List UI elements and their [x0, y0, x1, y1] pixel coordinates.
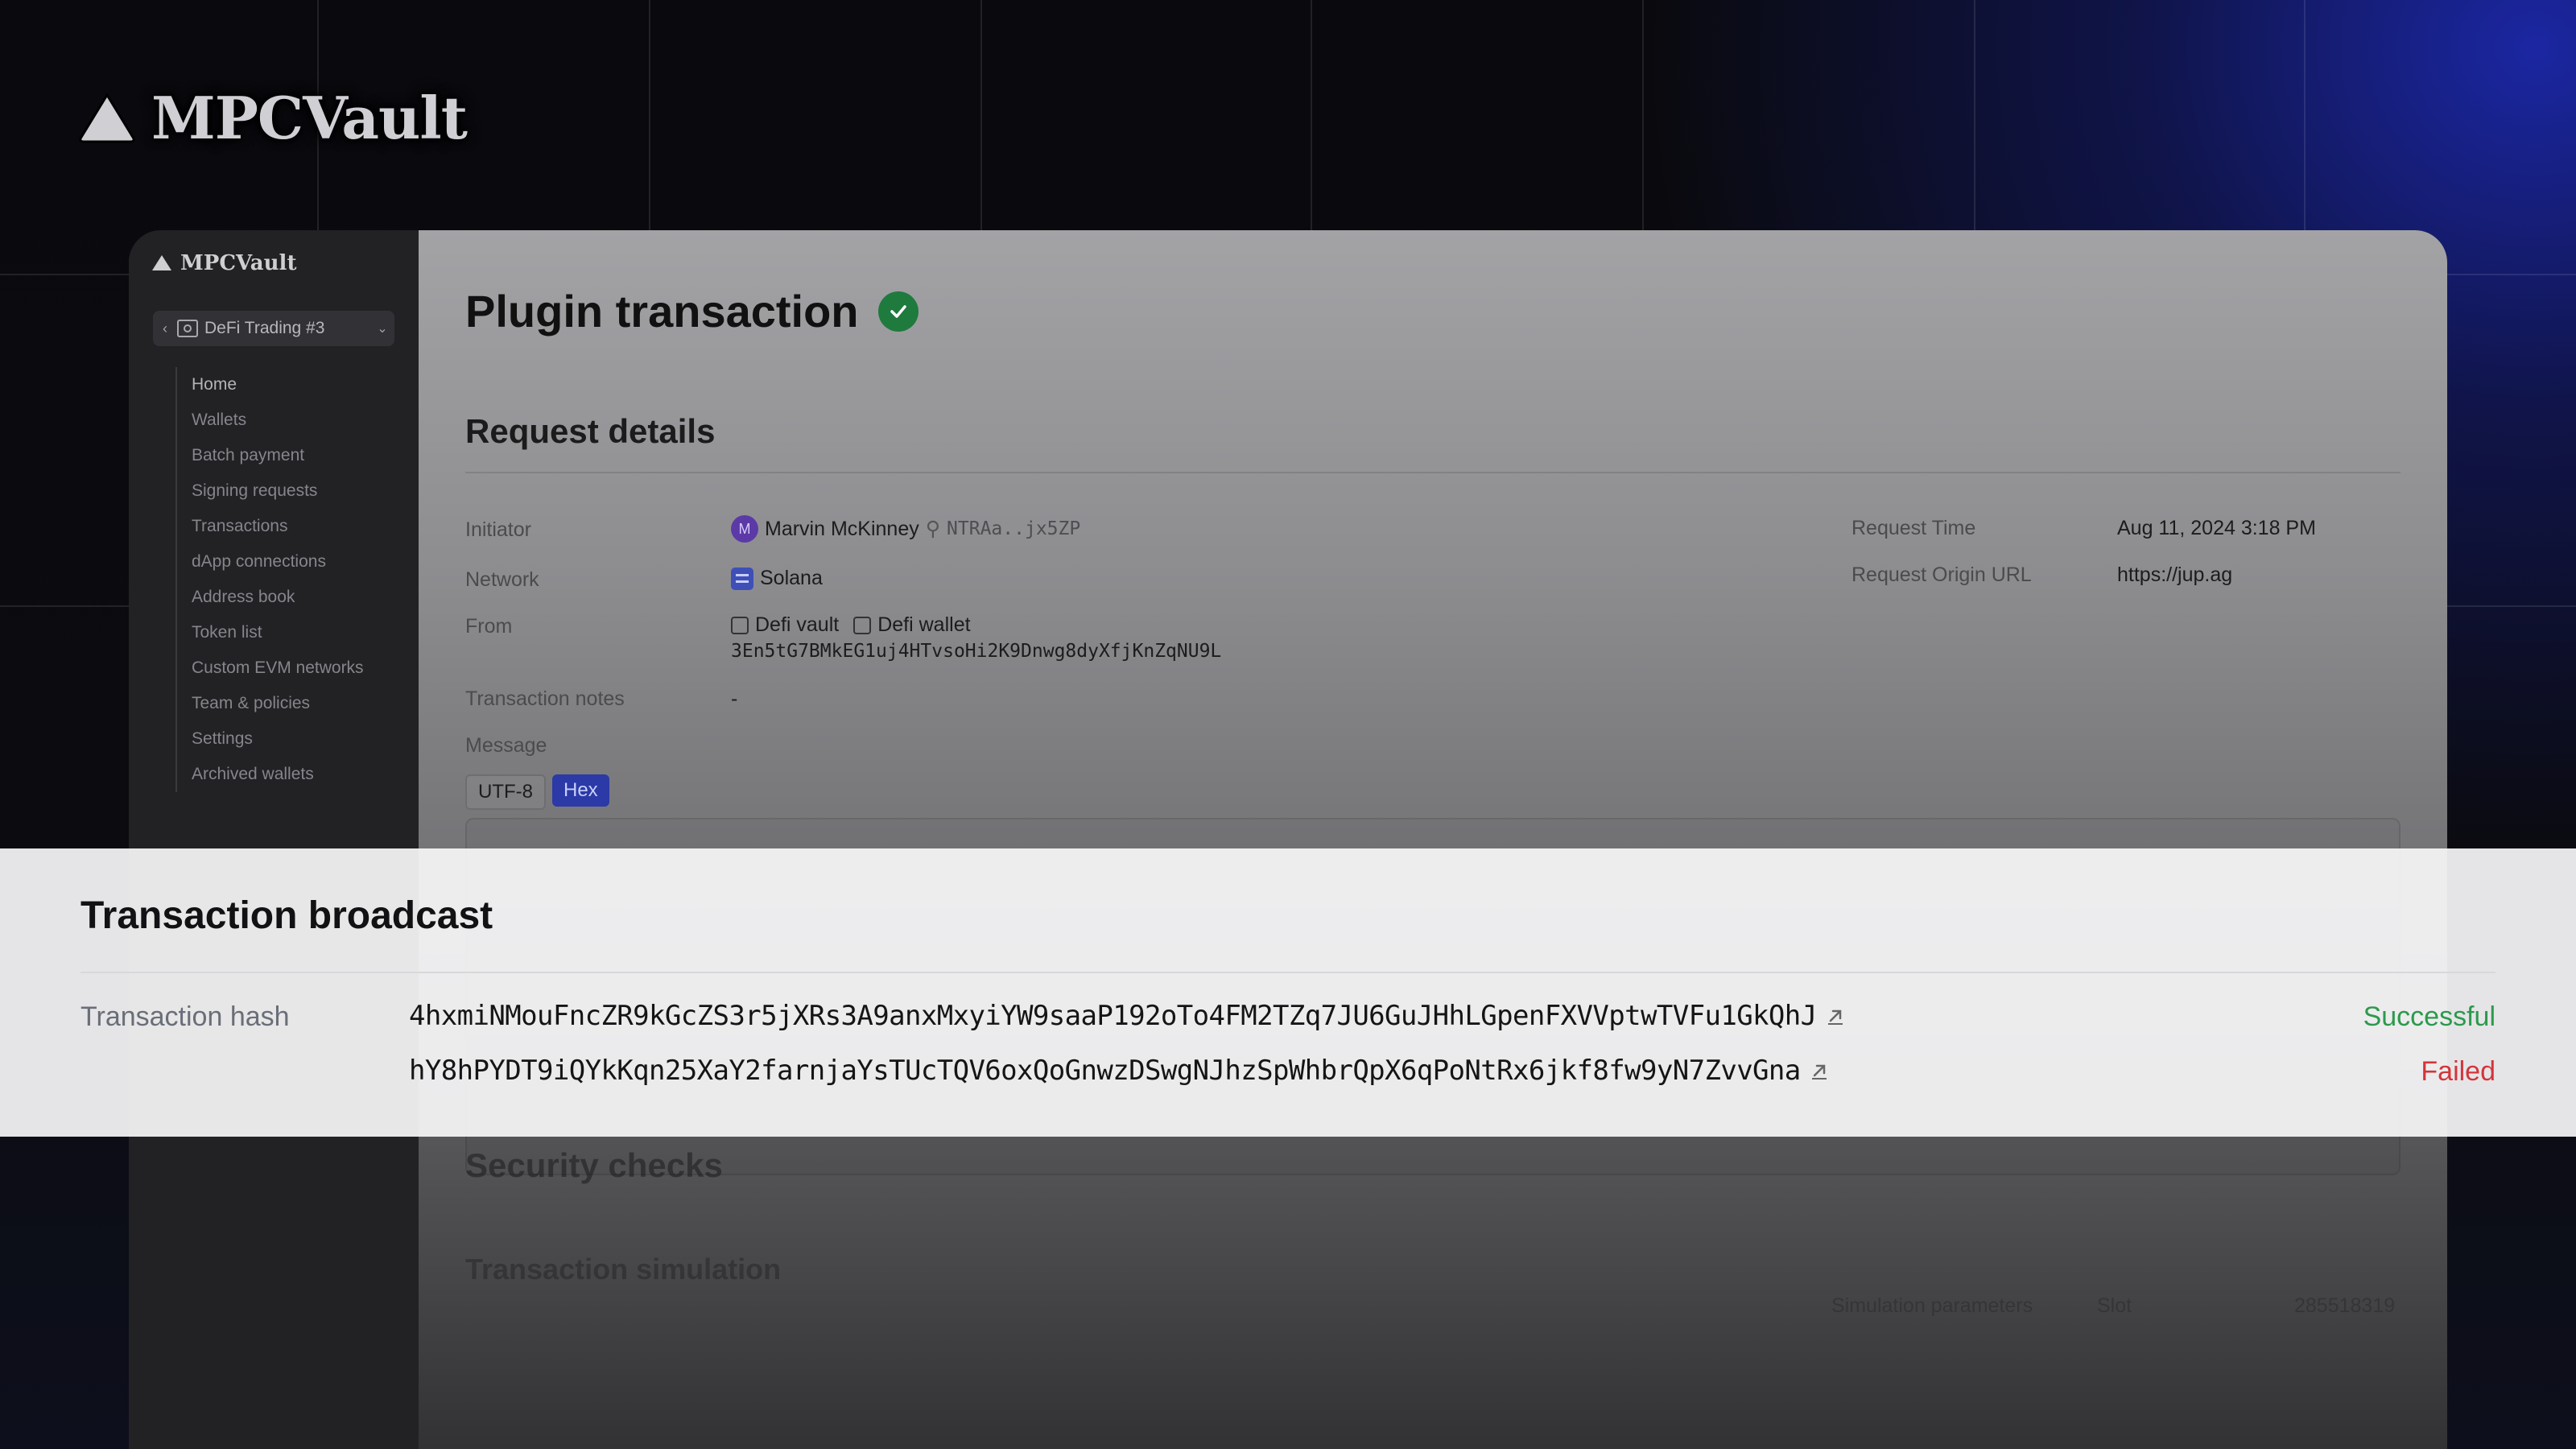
notes-value: -	[731, 687, 738, 710]
transaction-hash[interactable]: hY8hPYDT9iQYkKqn25XaY2farnjaYsTUcTQV6oxQ…	[409, 1055, 1801, 1087]
slot-label: Slot	[2097, 1294, 2132, 1317]
simulation-title: Transaction simulation	[465, 1253, 782, 1286]
app-window: MPCVault ‹ DeFi Trading #3 ⌄ Home Wallet…	[129, 230, 2447, 1449]
page-header: Plugin transaction	[465, 285, 919, 337]
network-name: Solana	[760, 567, 823, 589]
hash-row: 4hxmiNMouFncZR9kGcZS3r5jXRs3A9anxMxyiYW9…	[409, 1000, 1846, 1032]
external-link-icon[interactable]	[1825, 1005, 1846, 1026]
sidebar-item-batch-payment[interactable]: Batch payment	[192, 438, 364, 473]
sidebar-nav: Home Wallets Batch payment Signing reque…	[175, 367, 364, 792]
mountain-logo-icon	[152, 255, 171, 270]
from-label: From	[465, 615, 513, 638]
wallet-icon	[853, 616, 872, 634]
workspace-switcher[interactable]: ‹ DeFi Trading #3 ⌄	[153, 311, 394, 346]
request-time-label: Request Time	[1852, 517, 1976, 539]
initiator-value: M Marvin McKinney ⚲ NTRAa..jx5ZP	[731, 515, 1080, 543]
divider	[80, 972, 2496, 973]
key-icon: ⚲	[925, 518, 941, 540]
sim-params-label: Simulation parameters	[1831, 1294, 2033, 1317]
workspace-name: DeFi Trading #3	[204, 319, 325, 337]
hash-row: hY8hPYDT9iQYkKqn25XaY2farnjaYsTUcTQV6oxQ…	[409, 1055, 1830, 1087]
encoding-utf8-button[interactable]: UTF-8	[465, 774, 546, 810]
sidebar-item-archived-wallets[interactable]: Archived wallets	[192, 757, 364, 792]
network-value: Solana	[731, 567, 823, 590]
vault-icon	[177, 320, 198, 337]
sidebar-item-team-policies[interactable]: Team & policies	[192, 686, 364, 721]
notes-label: Transaction notes	[465, 687, 625, 710]
sidebar-item-dapp-connections[interactable]: dApp connections	[192, 544, 364, 580]
transaction-hash[interactable]: 4hxmiNMouFncZR9kGcZS3r5jXRs3A9anxMxyiYW9…	[409, 1000, 1817, 1032]
initiator-label: Initiator	[465, 518, 531, 541]
check-circle-icon	[877, 291, 919, 332]
security-checks-title: Security checks	[465, 1146, 723, 1184]
broadcast-title: Transaction broadcast	[80, 894, 493, 937]
origin-url-value[interactable]: https://jup.ag	[2117, 564, 2232, 587]
transaction-broadcast-panel: Transaction broadcast Transaction hash 4…	[0, 848, 2576, 1137]
slot-value: 285518319	[2294, 1294, 2396, 1317]
origin-url-label: Request Origin URL	[1852, 564, 2032, 586]
sidebar-item-home[interactable]: Home	[192, 367, 364, 402]
sidebar-item-transactions[interactable]: Transactions	[192, 509, 364, 544]
vault-icon	[731, 616, 749, 634]
chevron-left-icon[interactable]: ‹	[153, 320, 177, 337]
avatar: M	[731, 515, 758, 543]
sidebar-item-wallets[interactable]: Wallets	[192, 402, 364, 438]
sidebar-item-settings[interactable]: Settings	[192, 721, 364, 757]
status-badge: Successful	[2363, 1001, 2496, 1032]
main-content: Plugin transaction Request details Initi…	[419, 230, 2447, 1449]
status-badge: Failed	[2421, 1056, 2496, 1087]
sidebar-item-signing-requests[interactable]: Signing requests	[192, 473, 364, 509]
page-title: Plugin transaction	[465, 286, 859, 336]
request-details-title: Request details	[465, 412, 716, 450]
initiator-name[interactable]: Marvin McKinney	[765, 518, 919, 541]
from-address[interactable]: 3En5tG7BMkEG1uj4HTvsoHi2K9Dnwg8dyXfjKnZq…	[731, 641, 1221, 662]
divider	[465, 472, 2401, 473]
sidebar-item-token-list[interactable]: Token list	[192, 615, 364, 650]
encoding-hex-button[interactable]: Hex	[552, 774, 609, 807]
solana-icon	[731, 567, 753, 590]
sidebar-logo[interactable]: MPCVault	[151, 251, 296, 275]
from-wallet[interactable]: Defi wallet	[877, 613, 970, 637]
brand-logo: MPCVault	[77, 83, 468, 152]
request-time-value: Aug 11, 2024 3:18 PM	[2117, 517, 2316, 539]
network-label: Network	[465, 568, 539, 591]
sidebar: MPCVault ‹ DeFi Trading #3 ⌄ Home Wallet…	[129, 230, 419, 1449]
brand-name: MPCVault	[151, 83, 468, 152]
sidebar-item-address-book[interactable]: Address book	[192, 580, 364, 615]
sidebar-item-custom-evm-networks[interactable]: Custom EVM networks	[192, 650, 364, 686]
chevron-down-icon[interactable]: ⌄	[370, 320, 394, 336]
from-value: Defi vault Defi wallet	[731, 613, 971, 637]
transaction-hash-label: Transaction hash	[80, 1001, 290, 1032]
initiator-key[interactable]: NTRAa..jx5ZP	[947, 518, 1080, 539]
external-link-icon[interactable]	[1809, 1060, 1830, 1081]
mountain-logo-icon	[79, 93, 135, 143]
encoding-toggle: UTF-8 Hex	[465, 774, 609, 810]
message-label: Message	[465, 734, 547, 757]
sidebar-logo-text: MPCVault	[180, 251, 297, 275]
from-vault[interactable]: Defi vault	[755, 613, 839, 637]
